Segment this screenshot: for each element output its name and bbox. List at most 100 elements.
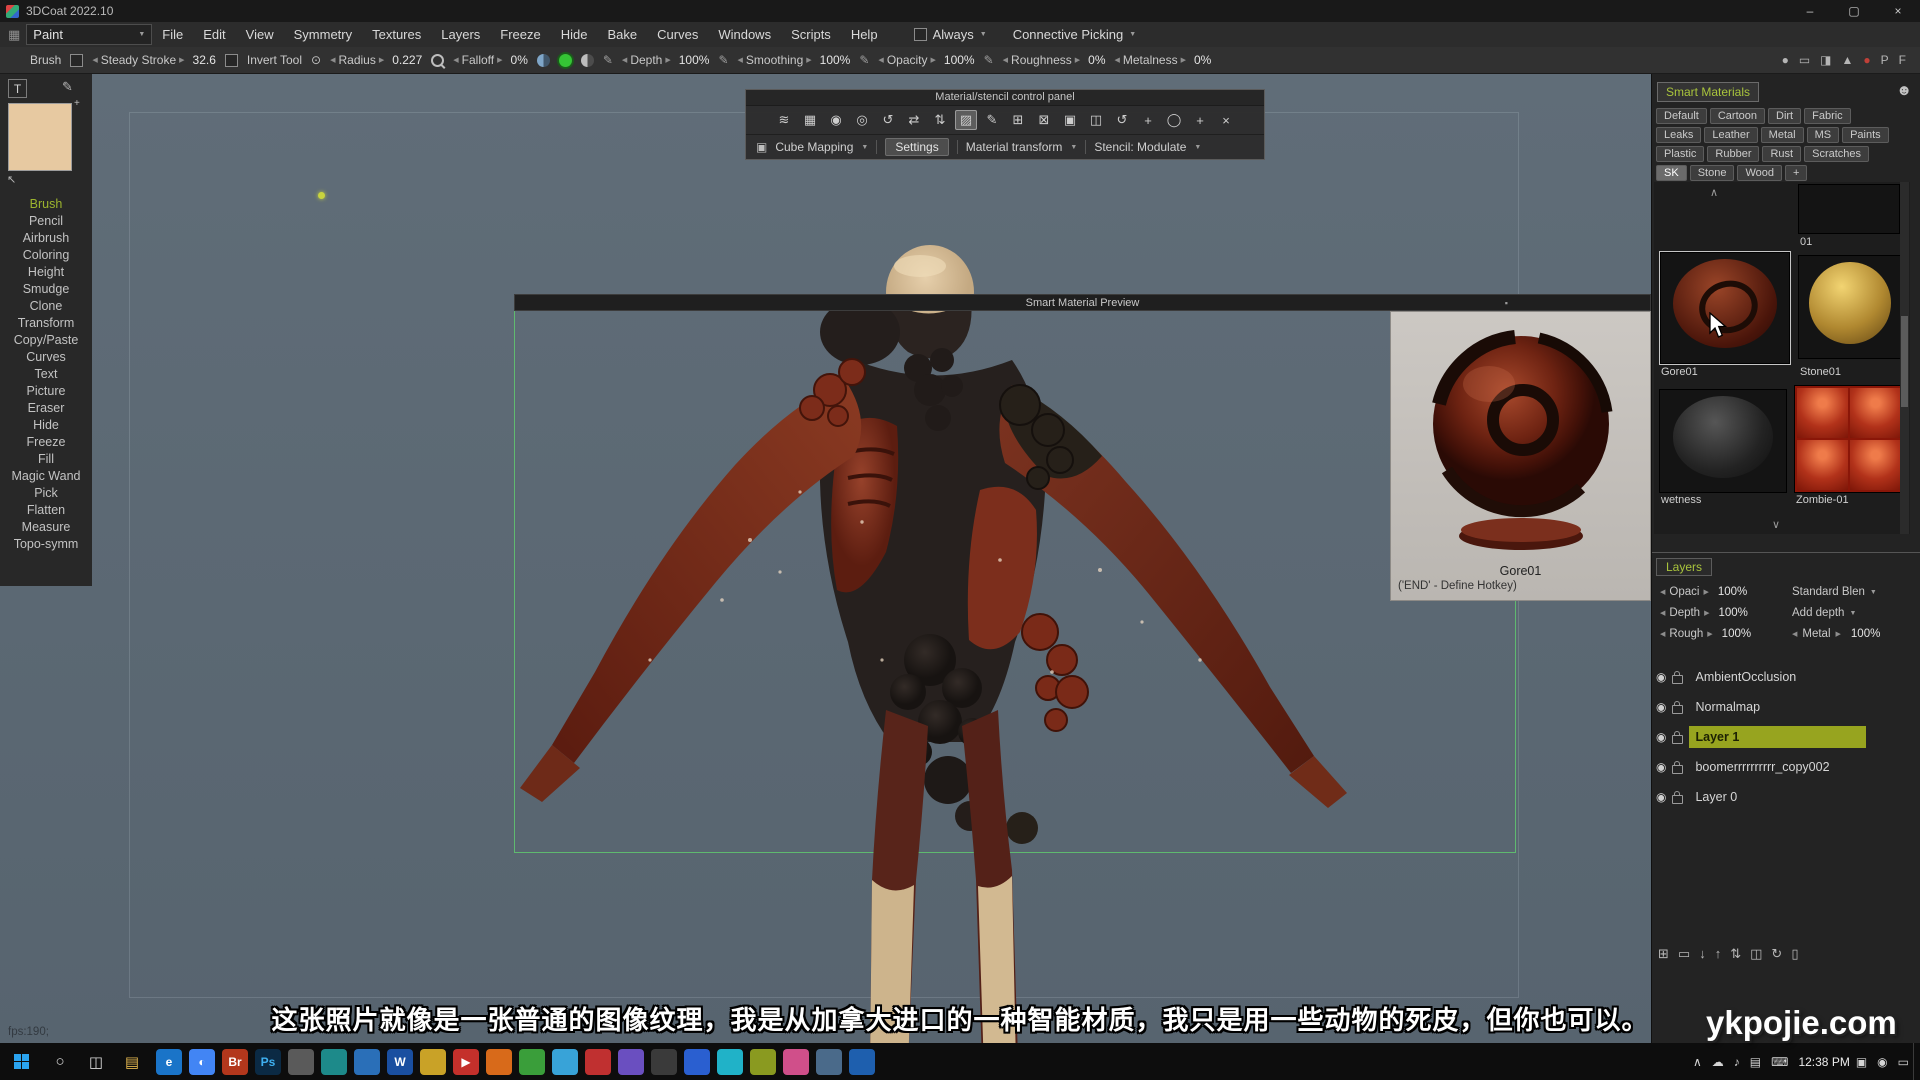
tool-hide[interactable]: Hide bbox=[0, 417, 92, 434]
depth-spinner[interactable]: ◀ Depth ▶ 100% bbox=[622, 53, 710, 67]
decrement-icon[interactable]: ◀ bbox=[453, 56, 458, 64]
fp-stencil-active-icon[interactable]: ▨ bbox=[955, 110, 977, 130]
smart-material-preview-bar[interactable]: Smart Material Preview ▪ bbox=[514, 294, 1651, 311]
toolbar-paint-pressure-f[interactable]: F bbox=[1899, 53, 1906, 67]
pen-icon[interactable]: ✎ bbox=[859, 53, 869, 67]
color-a-icon[interactable] bbox=[537, 54, 550, 67]
taskbar-app-blue3[interactable] bbox=[849, 1049, 875, 1075]
invert-tool-checkbox[interactable] bbox=[225, 54, 238, 67]
layers-sort-icon[interactable]: ⇅ bbox=[1730, 946, 1741, 962]
increment-icon[interactable]: ▶ bbox=[1836, 630, 1841, 638]
taskbar-app-steel[interactable] bbox=[816, 1049, 842, 1075]
lock-icon[interactable] bbox=[1672, 705, 1683, 714]
tray-tray-shield-icon[interactable]: ◉ bbox=[1877, 1055, 1887, 1069]
material-tile-stone01[interactable] bbox=[1798, 255, 1902, 359]
layers-refresh-icon[interactable]: ↻ bbox=[1771, 946, 1782, 962]
taskbar-photoshop[interactable]: Ps bbox=[255, 1049, 281, 1075]
taskbar-clock[interactable]: 12:38 PM bbox=[1792, 1055, 1855, 1069]
taskbar-app-green[interactable] bbox=[519, 1049, 545, 1075]
add-color-icon[interactable]: + bbox=[74, 98, 80, 109]
layer-row-ambientocclusion[interactable]: ◉ AmbientOcclusion bbox=[1656, 664, 1906, 690]
layers-duplicate-icon[interactable]: ◫ bbox=[1750, 946, 1762, 962]
tool-smudge[interactable]: Smudge bbox=[0, 281, 92, 298]
fp-frame-icon[interactable]: ▣ bbox=[1059, 110, 1081, 130]
increment-icon[interactable]: ▶ bbox=[1075, 56, 1080, 64]
falloff-spinner[interactable]: ◀ Falloff ▶ 0% bbox=[453, 53, 528, 67]
fp-flip-icon[interactable]: ⇅ bbox=[929, 110, 951, 130]
tray-notification-icon[interactable]: ▭ bbox=[1898, 1055, 1909, 1069]
material-transform-menu[interactable]: Material transform bbox=[966, 140, 1063, 154]
sm-tab-metal[interactable]: Metal bbox=[1761, 127, 1804, 143]
lock-icon[interactable] bbox=[1672, 675, 1683, 684]
increment-icon[interactable]: ▶ bbox=[931, 56, 936, 64]
tray-tray-cloud-icon[interactable]: ☁ bbox=[1712, 1055, 1724, 1069]
tool-text[interactable]: Text bbox=[0, 366, 92, 383]
metalness-value[interactable]: 0% bbox=[1194, 53, 1211, 67]
decrement-icon[interactable]: ◀ bbox=[622, 56, 627, 64]
menu-symmetry[interactable]: Symmetry bbox=[284, 27, 363, 42]
lock-icon[interactable] bbox=[1672, 735, 1683, 744]
material-tile-zombie-01[interactable] bbox=[1794, 385, 1904, 493]
visibility-eye-icon[interactable]: ◉ bbox=[1656, 730, 1666, 744]
increment-icon[interactable]: ▶ bbox=[1704, 609, 1709, 617]
taskbar-youtube[interactable]: ▶ bbox=[453, 1049, 479, 1075]
taskbar-app-purple[interactable] bbox=[618, 1049, 644, 1075]
menu-freeze[interactable]: Freeze bbox=[490, 27, 550, 42]
layers-folder-icon[interactable]: ▭ bbox=[1678, 946, 1690, 962]
fp-eye-icon[interactable]: ◉ bbox=[825, 110, 847, 130]
sm-tab-plastic[interactable]: Plastic bbox=[1656, 146, 1704, 162]
smoothing-spinner[interactable]: ◀ Smoothing ▶ 100% bbox=[738, 53, 851, 67]
color-b-icon[interactable] bbox=[581, 54, 594, 67]
layers-import-icon[interactable]: ↓ bbox=[1699, 946, 1706, 962]
sm-tab-sk[interactable]: SK bbox=[1656, 165, 1687, 181]
taskbar-word[interactable]: W bbox=[387, 1049, 413, 1075]
smart-materials-title[interactable]: Smart Materials bbox=[1657, 82, 1759, 102]
taskbar-app-blue-hp[interactable] bbox=[354, 1049, 380, 1075]
fp-move-icon[interactable]: + bbox=[1137, 110, 1159, 130]
layer-name[interactable]: Layer 0 bbox=[1689, 786, 1866, 808]
current-color-swatch[interactable] bbox=[8, 103, 72, 171]
fp-swap-icon[interactable]: ⇄ bbox=[903, 110, 925, 130]
tool-pick[interactable]: Pick bbox=[0, 485, 92, 502]
tool-eraser[interactable]: Eraser bbox=[0, 400, 92, 417]
fp-close-icon[interactable]: × bbox=[1215, 110, 1237, 130]
lock-icon[interactable] bbox=[1672, 765, 1683, 774]
taskbar-app-dark[interactable] bbox=[651, 1049, 677, 1075]
fp-lattice-icon[interactable]: ⊞ bbox=[1007, 110, 1029, 130]
mapping-mode[interactable]: Cube Mapping bbox=[775, 140, 853, 154]
sm-tab-dirt[interactable]: Dirt bbox=[1768, 108, 1801, 124]
decrement-icon[interactable]: ◀ bbox=[1660, 630, 1665, 638]
show-desktop-button[interactable] bbox=[1913, 1043, 1920, 1080]
increment-icon[interactable]: ▶ bbox=[379, 56, 384, 64]
fp-pan-icon[interactable]: + bbox=[1189, 110, 1211, 130]
tray-tray-expand-icon[interactable]: ∧ bbox=[1693, 1055, 1702, 1069]
color-active-icon[interactable] bbox=[559, 54, 572, 67]
visibility-eye-icon[interactable]: ◉ bbox=[1656, 790, 1666, 804]
fp-panel-icon[interactable]: ◫ bbox=[1085, 110, 1107, 130]
menu-textures[interactable]: Textures bbox=[362, 27, 431, 42]
fp-reset-icon[interactable]: ↺ bbox=[877, 110, 899, 130]
decrement-icon[interactable]: ◀ bbox=[1660, 588, 1665, 596]
room-select[interactable]: Paint ▼ bbox=[26, 24, 152, 45]
layer-name[interactable]: AmbientOcclusion bbox=[1689, 666, 1866, 688]
increment-icon[interactable]: ▶ bbox=[1181, 56, 1186, 64]
start-button[interactable] bbox=[0, 1043, 42, 1080]
sm-tab-leather[interactable]: Leather bbox=[1704, 127, 1757, 143]
sm-tab-rust[interactable]: Rust bbox=[1762, 146, 1801, 162]
tool-curves[interactable]: Curves bbox=[0, 349, 92, 366]
taskbar-app-teal[interactable] bbox=[321, 1049, 347, 1075]
layer-row-layer-0[interactable]: ◉ Layer 0 bbox=[1656, 784, 1906, 810]
sm-tab-paints[interactable]: Paints bbox=[1842, 127, 1889, 143]
layer-depth-value[interactable]: 100% bbox=[1718, 607, 1747, 619]
settings-button[interactable]: Settings bbox=[885, 138, 948, 156]
steady-stroke-value[interactable]: 32.6 bbox=[193, 53, 216, 67]
menu-windows[interactable]: Windows bbox=[708, 27, 781, 42]
fp-pencil-icon[interactable]: ✎ bbox=[981, 110, 1003, 130]
scroll-down-icon[interactable]: ∨ bbox=[1772, 518, 1780, 531]
layer-name[interactable]: boomerrrrrrrrrr_copy002 bbox=[1689, 756, 1866, 778]
metalness-spinner[interactable]: ◀ Metalness ▶ 0% bbox=[1115, 53, 1212, 67]
decrement-icon[interactable]: ◀ bbox=[330, 56, 335, 64]
depth-value[interactable]: 100% bbox=[679, 53, 710, 67]
visibility-eye-icon[interactable]: ◉ bbox=[1656, 670, 1666, 684]
taskbar-app-red[interactable] bbox=[585, 1049, 611, 1075]
